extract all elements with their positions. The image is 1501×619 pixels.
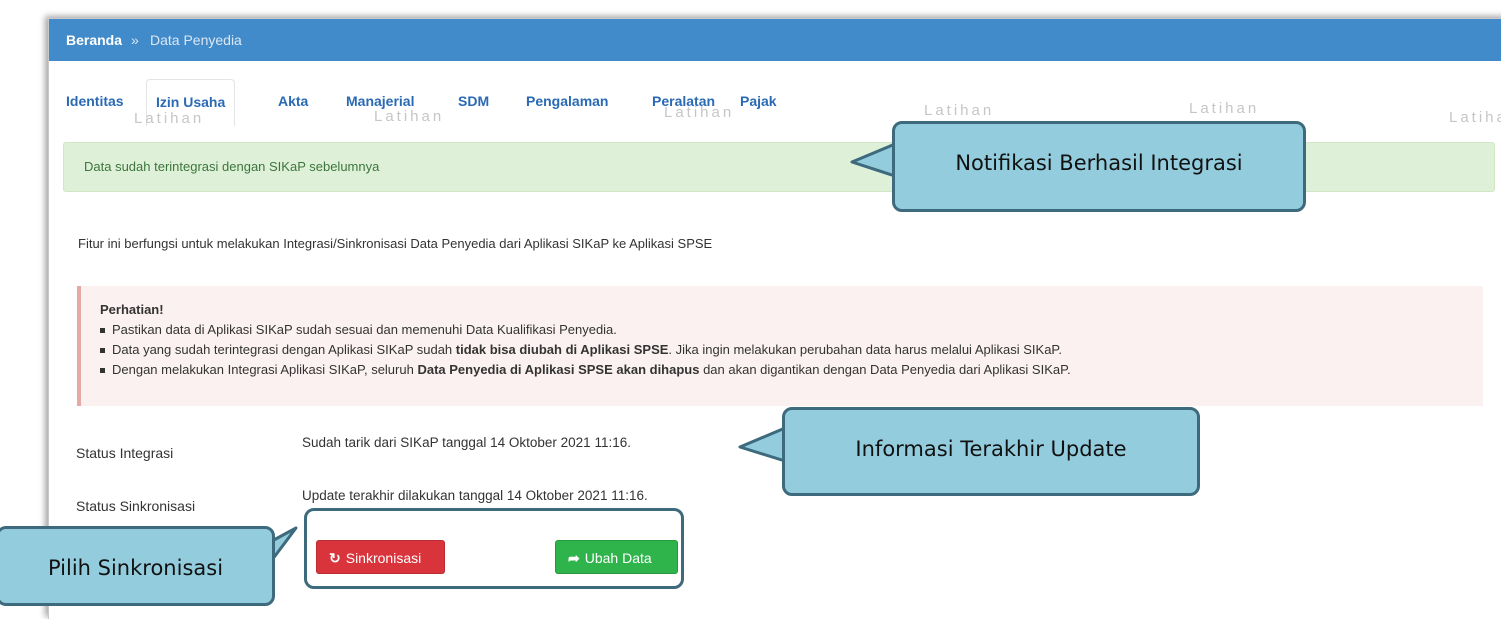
- callout-notifikasi: Notifikasi Berhasil Integrasi: [892, 121, 1306, 212]
- callout-informasi-update: Informasi Terakhir Update: [782, 407, 1200, 496]
- callout-text: Pilih Sinkronisasi: [47, 556, 224, 580]
- callout-text: Informasi Terakhir Update: [855, 437, 1127, 461]
- callout-tails: [270, 142, 897, 562]
- callout-pilih-sinkronisasi: Pilih Sinkronisasi: [0, 526, 275, 606]
- callout-text: Notifikasi Berhasil Integrasi: [955, 151, 1243, 175]
